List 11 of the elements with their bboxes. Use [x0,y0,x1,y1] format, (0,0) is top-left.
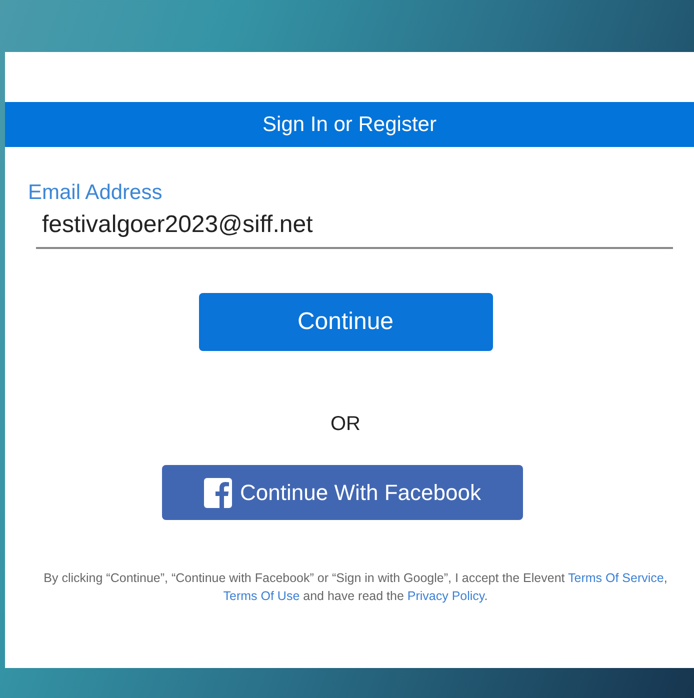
legal-link[interactable]: Terms Of Use [223,589,300,603]
header-bar: Sign In or Register [5,102,694,147]
legal-notice: By clicking “Continue”, “Continue with Facebook” or “Sign in with Google”, I accept the Elevent Terms Of Service, Terms Of Use and have read the Privacy Policy. [42,570,668,605]
email-field[interactable]: festivalgoer2023@siff.net [36,209,673,249]
continue-button[interactable]: Continue [198,293,492,351]
or-divider-text: OR [330,413,360,436]
facebook-icon [204,478,232,508]
legal-link[interactable]: Privacy Policy [407,589,484,603]
facebook-button[interactable]: Continue With Facebook [162,465,523,520]
legal-link[interactable]: Terms Of Service [568,571,664,585]
email-label: Email Address [28,181,162,205]
